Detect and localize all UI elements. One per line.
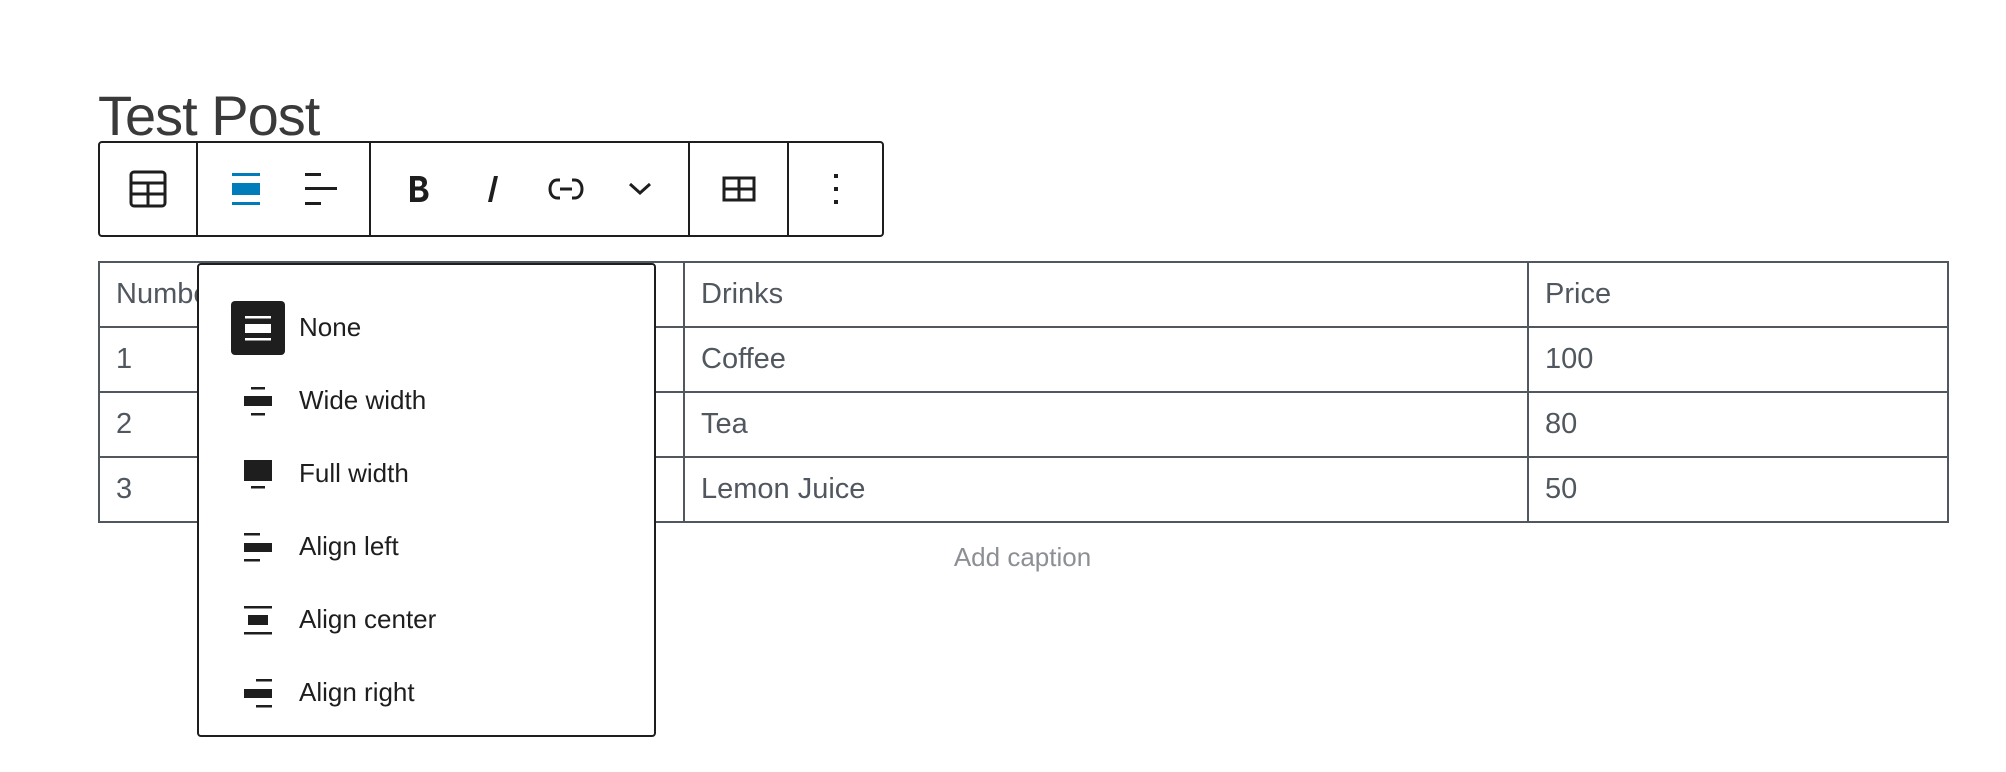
post-title[interactable]: Test Post <box>98 84 320 148</box>
menu-item-full-width[interactable]: Full width <box>199 437 654 510</box>
align-text-button[interactable] <box>285 143 357 235</box>
menu-item-align-right[interactable]: Align right <box>199 656 654 729</box>
block-toolbar <box>98 141 884 237</box>
menu-item-label: Wide width <box>299 385 427 415</box>
align-full-icon <box>231 447 285 501</box>
italic-button[interactable] <box>457 143 529 235</box>
table-cell[interactable]: 100 <box>1527 326 1949 393</box>
more-vertical-icon <box>832 173 840 205</box>
link-icon <box>548 177 584 201</box>
toolbar-group-align <box>198 143 371 235</box>
table-cell[interactable]: Lemon Juice <box>683 456 1529 523</box>
align-wide-icon <box>231 374 285 428</box>
align-button[interactable] <box>210 143 282 235</box>
align-left-icon <box>231 520 285 574</box>
menu-item-wide-width[interactable]: Wide width <box>199 364 654 437</box>
table-grid-icon <box>722 176 756 202</box>
align-center-icon <box>231 593 285 647</box>
table-cell[interactable]: Drinks <box>683 261 1529 328</box>
table-cell[interactable]: Coffee <box>683 326 1529 393</box>
menu-item-align-left[interactable]: Align left <box>199 510 654 583</box>
align-text-left-icon <box>304 172 338 206</box>
more-format-button[interactable] <box>604 143 676 235</box>
toolbar-group-block <box>100 143 198 235</box>
menu-item-none[interactable]: None <box>199 291 654 364</box>
block-type-button[interactable] <box>100 143 196 235</box>
table-cell[interactable]: 80 <box>1527 391 1949 458</box>
link-button[interactable] <box>530 143 602 235</box>
align-none-icon <box>231 300 285 355</box>
bold-icon <box>408 174 430 204</box>
edit-table-button[interactable] <box>703 143 775 235</box>
alignment-dropdown-menu: None Wide width Full width Align left Al… <box>197 263 656 737</box>
toolbar-group-table <box>690 143 789 235</box>
align-right-icon <box>231 666 285 720</box>
menu-item-label: Align right <box>299 677 415 707</box>
menu-item-label: Full width <box>299 458 409 488</box>
table-cell[interactable]: Tea <box>683 391 1529 458</box>
menu-item-label: None <box>299 312 362 342</box>
menu-item-align-center[interactable]: Align center <box>199 583 654 656</box>
italic-icon <box>485 174 501 204</box>
options-button[interactable] <box>800 143 872 235</box>
table-cell[interactable]: Price <box>1527 261 1949 328</box>
table-icon <box>129 170 167 208</box>
toolbar-group-options <box>789 143 882 235</box>
menu-item-label: Align left <box>299 531 399 561</box>
toolbar-group-format <box>371 143 690 235</box>
table-cell[interactable]: 50 <box>1527 456 1949 523</box>
chevron-down-icon <box>628 182 652 196</box>
align-none-icon <box>230 172 262 206</box>
menu-item-label: Align center <box>299 604 437 634</box>
bold-button[interactable] <box>383 143 455 235</box>
